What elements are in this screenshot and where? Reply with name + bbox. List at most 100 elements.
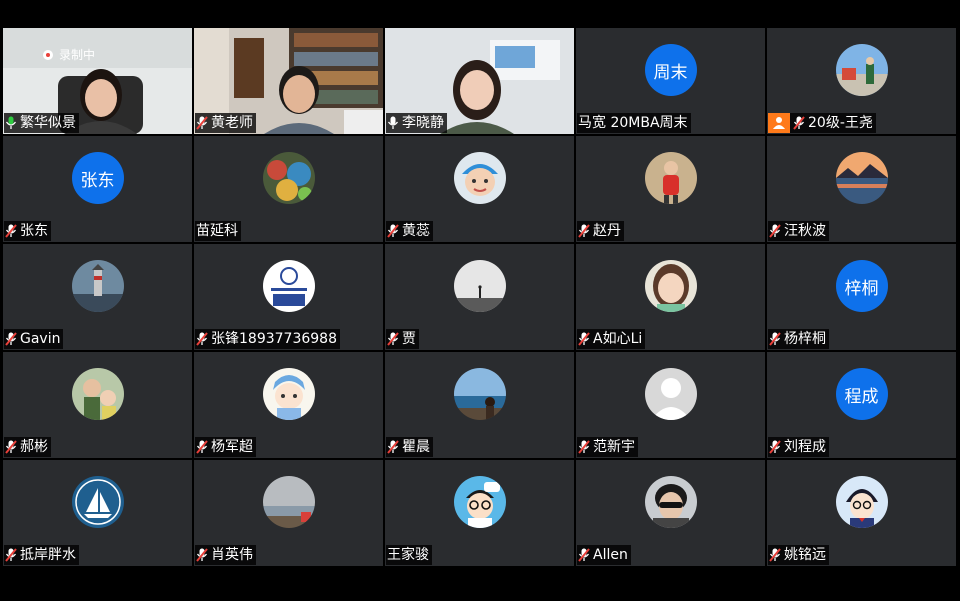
name-label: 刘程成	[768, 437, 829, 457]
name-label: 赵丹	[577, 221, 624, 241]
avatar-photo-girl-portrait	[644, 260, 697, 312]
participant-tile[interactable]: 苗延科	[194, 136, 383, 242]
name-label: 抵岸胖水	[4, 545, 79, 565]
participant-name: 苗延科	[196, 223, 238, 239]
participant-tile[interactable]: 范新宇	[576, 352, 765, 458]
mic-muted-icon	[387, 440, 399, 454]
avatar-cartoon-boy-blue	[262, 368, 315, 420]
mic-muted-icon	[387, 224, 399, 238]
participant-name: 王家骏	[387, 547, 429, 563]
participant-name: 杨梓桐	[784, 331, 826, 347]
mic-muted-icon	[196, 116, 208, 130]
name-label: 黄老师	[195, 113, 256, 133]
name-label: 汪秋波	[768, 221, 829, 241]
name-label: 张东	[4, 221, 51, 241]
mic-on-icon	[5, 116, 17, 129]
name-label: 瞿晨	[386, 437, 433, 457]
participant-tile[interactable]: 王家骏	[385, 460, 574, 566]
mic-muted-icon	[5, 332, 17, 346]
name-label: 范新宇	[577, 437, 638, 457]
participant-name: 繁华似景	[20, 115, 76, 131]
name-label: 郝彬	[4, 437, 51, 457]
mic-muted-icon	[578, 224, 590, 238]
participant-tile[interactable]: 郝彬	[3, 352, 192, 458]
mic-muted-icon	[196, 440, 208, 454]
participant-name: 马宽 20MBA周末	[578, 115, 688, 131]
name-label: 黄蕊	[386, 221, 433, 241]
recording-indicator: 录制中	[43, 46, 95, 63]
recording-label: 录制中	[59, 48, 96, 62]
participant-name: 赵丹	[593, 223, 621, 239]
mic-muted-icon	[5, 548, 17, 562]
participant-name: 刘程成	[784, 439, 826, 455]
mic-muted-icon	[578, 440, 590, 454]
participant-tile[interactable]: Allen	[576, 460, 765, 566]
participant-name: 汪秋波	[784, 223, 826, 239]
avatar: 张东	[71, 152, 124, 204]
avatar-photo-lighthouse	[71, 260, 124, 312]
participant-tile[interactable]: 黄老师	[194, 28, 383, 134]
mic-muted-icon	[769, 224, 781, 238]
avatar-photo-beach-woman	[453, 368, 506, 420]
participant-name: 范新宇	[593, 439, 635, 455]
avatar-photo-child-red	[644, 152, 697, 204]
participant-tile[interactable]: Gavin	[3, 244, 192, 350]
name-label: 杨军超	[195, 437, 256, 457]
avatar-photo-lake-sunset	[835, 152, 888, 204]
avatar-default-person-icon	[644, 368, 697, 420]
participant-tile[interactable]: 程成 刘程成	[767, 352, 956, 458]
participant-tile[interactable]: 姚铭远	[767, 460, 956, 566]
participant-tile[interactable]: 张锋18937736988	[194, 244, 383, 350]
mic-muted-icon	[578, 548, 590, 562]
name-label: 李晓静	[386, 113, 447, 133]
participant-tile[interactable]: 李晓静	[385, 28, 574, 134]
name-label: 姚铭远	[768, 545, 829, 565]
avatar-photo-coast-cloudy	[262, 476, 315, 528]
name-label: 繁华似景	[4, 113, 79, 133]
participant-name: 贾	[402, 331, 416, 347]
participant-tile[interactable]: 录制中 繁华似景	[3, 28, 192, 134]
name-label: Gavin	[4, 329, 64, 349]
participant-tile[interactable]: 汪秋波	[767, 136, 956, 242]
participant-tile[interactable]: 杨军超	[194, 352, 383, 458]
participant-tile[interactable]: 瞿晨	[385, 352, 574, 458]
avatar: 梓桐	[835, 260, 888, 312]
participant-tile[interactable]: 赵丹	[576, 136, 765, 242]
participant-name: 李晓静	[402, 115, 444, 131]
mic-muted-icon	[769, 548, 781, 562]
avatar-photo-sunglasses-man	[644, 476, 697, 528]
name-label: 20级-王尧	[768, 113, 876, 133]
mic-muted-icon	[196, 548, 208, 562]
participant-name: 黄老师	[211, 115, 253, 131]
avatar-photo-child-cap	[453, 152, 506, 204]
participant-name: Gavin	[20, 331, 61, 347]
participant-tile[interactable]: 抵岸胖水	[3, 460, 192, 566]
participant-name: 杨军超	[211, 439, 253, 455]
participant-tile[interactable]: 张东 张东	[3, 136, 192, 242]
participant-tile[interactable]: 黄蕊	[385, 136, 574, 242]
mic-muted-icon	[5, 440, 17, 454]
mic-muted-icon	[769, 332, 781, 346]
participant-tile[interactable]: 周末 马宽 20MBA周末	[576, 28, 765, 134]
avatar: 周末	[644, 44, 697, 96]
participant-tile[interactable]: 贾	[385, 244, 574, 350]
gallery-grid: 录制中 繁华似景 黄老师 李晓静 周末 马宽 20MBA周末 20级-王尧 张东…	[3, 28, 958, 568]
participant-name: 郝彬	[20, 439, 48, 455]
participant-tile[interactable]: A如心Li	[576, 244, 765, 350]
avatar-cartoon-detective	[835, 476, 888, 528]
participant-name: 黄蕊	[402, 223, 430, 239]
participant-tile[interactable]: 梓桐 杨梓桐	[767, 244, 956, 350]
participant-name: 瞿晨	[402, 439, 430, 455]
participant-tile[interactable]: 20级-王尧	[767, 28, 956, 134]
avatar-photo-colorful-crowd	[262, 152, 315, 204]
name-label: A如心Li	[577, 329, 646, 349]
mic-muted-icon	[578, 332, 590, 346]
participant-name: 张东	[20, 223, 48, 239]
participant-name: 姚铭远	[784, 547, 826, 563]
name-label: 王家骏	[386, 545, 432, 565]
name-label: 苗延科	[195, 221, 241, 241]
mic-muted-icon	[793, 116, 805, 130]
mic-muted-icon	[387, 332, 399, 346]
avatar-cartoon-boy-glasses	[453, 476, 506, 528]
participant-tile[interactable]: 肖英伟	[194, 460, 383, 566]
